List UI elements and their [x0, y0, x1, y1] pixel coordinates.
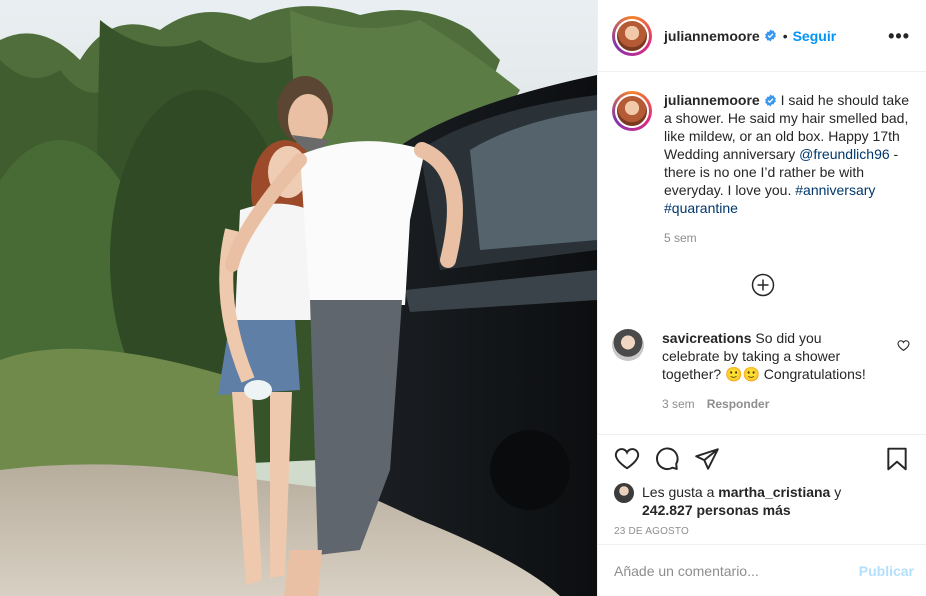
action-icons — [614, 445, 910, 473]
post-actions: Les gusta a martha_cristiana y 242.827 p… — [598, 434, 926, 537]
likes-conjunction: y — [830, 484, 842, 500]
post-header: juliannemoore • Seguir ••• — [598, 0, 926, 72]
author-username[interactable]: juliannemoore — [664, 28, 760, 44]
add-comment-bar: Publicar — [598, 544, 926, 596]
caption: juliannemoore I said he should take a sh… — [612, 91, 910, 247]
liker-avatar[interactable] — [614, 483, 634, 503]
comment-like-heart-icon[interactable] — [897, 339, 910, 352]
publish-button[interactable]: Publicar — [859, 563, 914, 579]
verified-badge-icon — [764, 94, 777, 107]
heart-icon[interactable] — [614, 446, 640, 472]
instagram-post: juliannemoore • Seguir ••• juliannemoore… — [0, 0, 926, 596]
caption-mention-link[interactable]: @freundlich96 — [799, 146, 890, 162]
comment-item: savicreations So did you celebrate by ta… — [612, 329, 910, 413]
comment-body: savicreations So did you celebrate by ta… — [662, 329, 872, 413]
plus-circle-icon[interactable] — [751, 273, 775, 297]
comments-section: juliannemoore I said he should take a sh… — [598, 73, 926, 433]
reply-button[interactable]: Responder — [707, 397, 770, 411]
likes-prefix: Les gusta a — [642, 484, 719, 500]
post-sidebar: juliannemoore • Seguir ••• juliannemoore… — [597, 0, 926, 596]
hashtag-anniversary-link[interactable]: #anniversary — [795, 182, 875, 198]
likes-text: Les gusta a martha_cristiana y 242.827 p… — [642, 483, 841, 519]
hashtag-quarantine-link[interactable]: #quarantine — [664, 200, 738, 216]
follow-button[interactable]: Seguir — [793, 28, 837, 44]
author-avatar[interactable] — [612, 15, 652, 56]
likes-count[interactable]: 242.827 personas más — [642, 502, 791, 518]
commenter-username[interactable]: savicreations — [662, 330, 752, 346]
author-avatar-image — [615, 18, 649, 53]
verified-badge-icon — [764, 29, 777, 42]
header-separator: • — [782, 27, 788, 44]
bookmark-icon[interactable] — [884, 446, 910, 472]
caption-avatar[interactable] — [612, 91, 652, 131]
caption-username[interactable]: juliannemoore — [664, 92, 760, 108]
commenter-avatar[interactable] — [612, 329, 644, 361]
likes-summary: Les gusta a martha_cristiana y 242.827 p… — [614, 483, 910, 519]
more-options-icon[interactable]: ••• — [888, 27, 910, 45]
caption-timestamp[interactable]: 5 sem — [664, 231, 697, 245]
comment-timestamp[interactable]: 3 sem — [662, 397, 695, 411]
caption-meta: 5 sem — [664, 229, 910, 247]
comment-meta: 3 sem Responder — [662, 395, 872, 413]
comment-input[interactable] — [614, 562, 859, 579]
post-photo-illustration — [0, 0, 597, 596]
caption-avatar-image — [615, 94, 649, 128]
comment-bubble-icon[interactable] — [654, 446, 680, 472]
caption-body: juliannemoore I said he should take a sh… — [664, 91, 910, 247]
post-date[interactable]: 23 DE AGOSTO — [614, 526, 910, 537]
post-photo[interactable] — [0, 0, 597, 596]
liker-username[interactable]: martha_cristiana — [718, 484, 830, 500]
paper-plane-icon[interactable] — [694, 446, 720, 472]
